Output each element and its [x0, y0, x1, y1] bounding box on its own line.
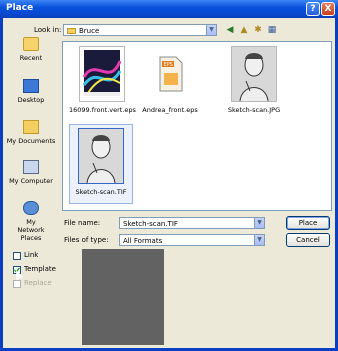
list-item[interactable]: Sketch-scan.TIF [68, 128, 134, 196]
places-label: My Documents [6, 137, 56, 145]
places-label: Desktop [17, 96, 45, 104]
eps-art-icon [82, 50, 122, 96]
file-thumbnail [78, 128, 124, 184]
places-item-my-documents[interactable]: My Documents [5, 120, 57, 145]
file-name-input[interactable]: Sketch-scan.TIF ▼ [119, 217, 265, 229]
look-in-dropdown[interactable]: Bruce ▼ [63, 24, 217, 36]
file-thumbnail [79, 46, 125, 102]
places-item-desktop[interactable]: Desktop [5, 79, 57, 104]
new-folder-icon[interactable]: ✱ [252, 24, 264, 36]
files-of-type-label: Files of type: [64, 236, 109, 244]
file-name: Sketch-scan.TIF [75, 188, 127, 196]
chevron-down-icon[interactable]: ▼ [254, 235, 264, 245]
file-name: Sketch-scan.JPG [227, 106, 281, 114]
chevron-down-icon[interactable]: ▼ [254, 218, 264, 228]
places-item-my-computer[interactable]: My Computer [5, 160, 57, 185]
places-item-recent[interactable]: Recent [5, 37, 57, 62]
look-in-value: Bruce [79, 27, 100, 35]
places-label: My Computer [9, 177, 53, 185]
file-name: Andrea_front.eps [142, 106, 198, 114]
replace-label: Replace [24, 279, 52, 287]
place-dialog: Place ? X Look in: Bruce ▼ ◀ ▲ ✱ ▦ Recen… [0, 0, 338, 351]
views-menu-icon[interactable]: ▦ [266, 24, 278, 36]
list-item[interactable]: EPS Andrea_front.eps [137, 46, 203, 114]
up-folder-icon[interactable]: ▲ [238, 24, 250, 36]
list-item[interactable]: Sketch-scan.JPG [221, 46, 287, 114]
file-thumbnail: EPS [147, 46, 193, 102]
chevron-down-icon[interactable]: ▼ [206, 25, 216, 35]
template-label: Template [24, 265, 56, 273]
sketch-image-icon [79, 129, 123, 183]
mouse-pointer-icon [12, 268, 24, 281]
help-button[interactable]: ? [306, 2, 320, 16]
my-documents-icon [23, 120, 39, 134]
link-checkbox[interactable] [13, 252, 21, 260]
title-bar[interactable]: Place ? X [0, 0, 338, 18]
preview-pane [82, 249, 164, 345]
place-button[interactable]: Place [286, 216, 330, 230]
my-computer-icon [23, 160, 39, 174]
file-name: 16099.front.vert.eps [69, 106, 136, 114]
link-label: Link [24, 251, 39, 259]
places-label: Recent [19, 54, 43, 62]
back-arrow-icon[interactable]: ◀ [224, 24, 236, 36]
sketch-image-icon [232, 47, 276, 101]
cancel-button[interactable]: Cancel [286, 233, 330, 247]
close-button[interactable]: X [321, 2, 335, 16]
files-of-type-value: All Formats [123, 237, 163, 245]
desktop-icon [23, 79, 39, 93]
file-thumbnail [231, 46, 277, 102]
file-name-value: Sketch-scan.TIF [123, 220, 178, 228]
places-bar: Recent Desktop My Documents My Computer … [5, 37, 57, 259]
svg-text:EPS: EPS [164, 62, 173, 68]
places-item-my-network-places[interactable]: My Network Places [5, 201, 57, 242]
file-list[interactable]: 16099.front.vert.eps EPS Andrea_front.ep… [62, 41, 332, 211]
folder-icon [67, 28, 76, 34]
files-of-type-dropdown[interactable]: All Formats ▼ [119, 234, 265, 246]
look-in-label: Look in: [34, 26, 62, 34]
recent-icon [23, 37, 39, 51]
my-network-places-icon [23, 201, 39, 215]
list-item[interactable]: 16099.front.vert.eps [69, 46, 136, 114]
window-title: Place [6, 3, 34, 13]
eps-file-icon: EPS [159, 56, 183, 92]
file-name-label: File name: [64, 219, 101, 227]
places-label: My Network Places [17, 218, 45, 242]
replace-checkbox[interactable] [13, 280, 21, 288]
dialog-body: Look in: Bruce ▼ ◀ ▲ ✱ ▦ Recent Desktop … [3, 18, 335, 348]
